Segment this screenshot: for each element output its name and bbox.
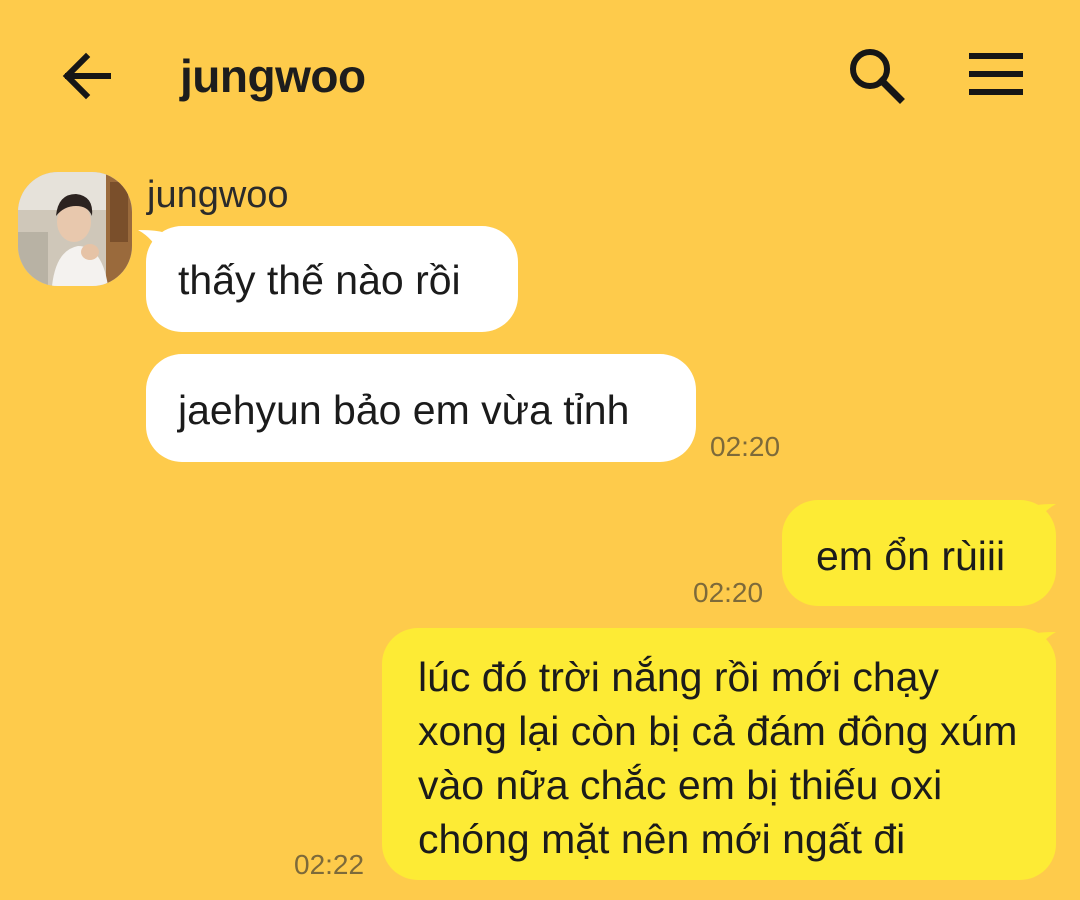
message-bubble-incoming[interactable]: thấy thế nào rồi <box>146 226 518 332</box>
search-icon <box>850 49 905 104</box>
message-bubble-incoming[interactable]: jaehyun bảo em vừa tỉnh <box>146 354 696 462</box>
back-button[interactable] <box>58 48 118 104</box>
hamburger-menu-icon <box>969 53 1023 95</box>
message-bubble-outgoing[interactable]: em ổn rùiii <box>782 500 1056 606</box>
avatar[interactable] <box>18 172 132 286</box>
chat-header: jungwoo <box>0 0 1080 150</box>
message-bubble-outgoing[interactable]: lúc đó trời nắng rồi mới chạy xong lại c… <box>382 628 1056 880</box>
menu-button[interactable] <box>964 46 1028 104</box>
message-timestamp: 02:20 <box>710 431 781 462</box>
profile-photo <box>18 172 132 286</box>
arrow-left-icon <box>62 52 111 100</box>
message-timestamp: 02:20 <box>693 577 764 608</box>
chat-screen: jungwoo jungwoo thấy thế nào rồi jaehyun… <box>0 0 1080 900</box>
chat-title: jungwoo <box>180 50 366 102</box>
search-button[interactable] <box>842 44 908 106</box>
sender-name: jungwoo <box>147 174 289 216</box>
message-timestamp: 02:22 <box>294 849 365 880</box>
